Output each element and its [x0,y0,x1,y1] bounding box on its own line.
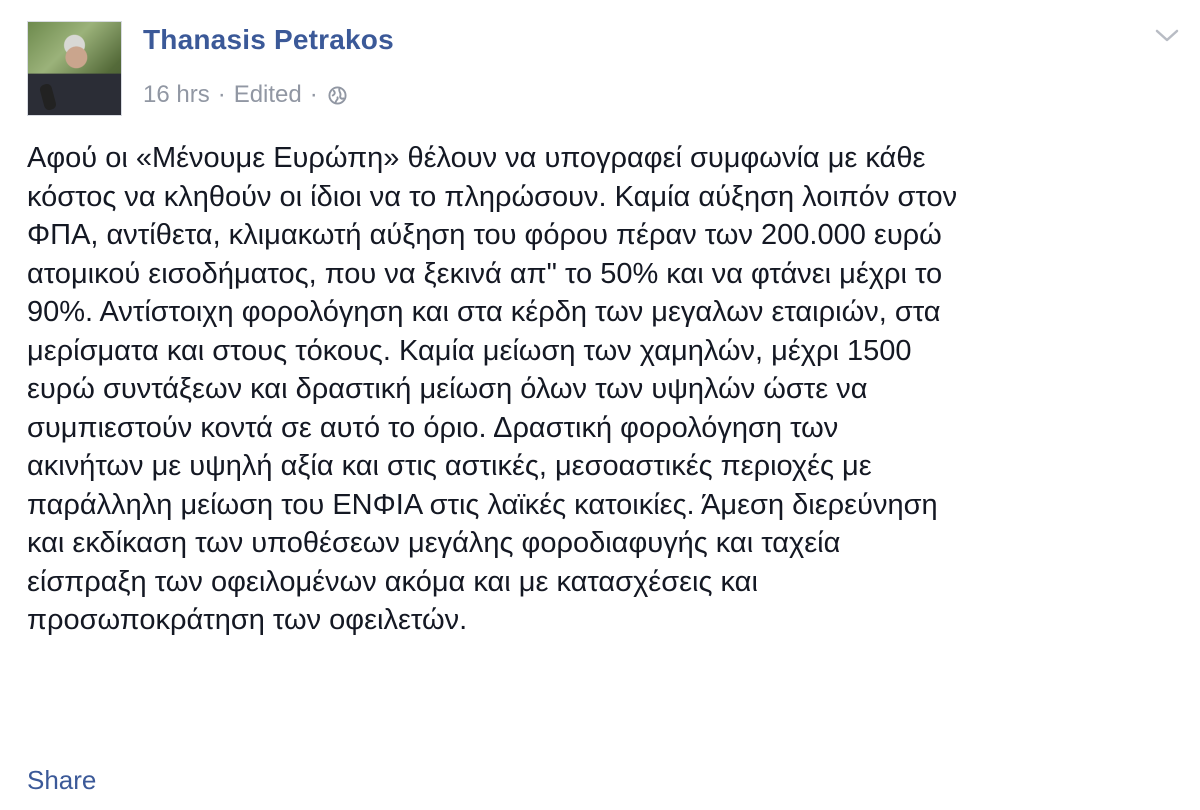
meta-separator: · [217,81,226,108]
globe-icon[interactable] [328,85,347,105]
meta-separator: · [309,81,318,108]
post-text-line: μερίσματα και στους τόκους. Καμία μείωση… [27,334,912,367]
microphone-shape [38,82,58,112]
post-text-line: και εκδίκαση των υποθέσεων μεγάλης φοροδ… [27,527,841,559]
facebook-post: Thanasis Petrakos 16 hrs · Edited · Αφού… [0,0,1200,810]
post-text-line: Αφού οι «Μένουμε Ευρώπη» θέλουν να υπογρ… [27,142,926,174]
author-name[interactable]: Thanasis Petrakos [143,26,394,54]
avatar[interactable] [27,21,122,116]
post-text-line: ευρώ συντάξεων και δραστική μείωση όλων … [27,373,868,405]
post-body: Αφού οι «Μένουμε Ευρώπη» θέλουν να υπογρ… [27,139,1177,640]
edited-label[interactable]: Edited [234,83,302,107]
post-meta: 16 hrs · Edited · [143,83,347,107]
post-text-line: ΦΠΑ, αντίθετα, κλιμακωτή αύξηση του φόρο… [27,219,942,251]
post-text-line: ακινήτων με υψηλή αξία και στις αστικές,… [27,450,872,482]
chevron-down-icon[interactable] [1154,26,1180,46]
post-text-line: κόστος να κληθούν οι ίδιοι να το πληρώσο… [27,180,958,213]
post-text-line: προσωποκράτηση των οφειλετών. [27,604,468,636]
post-text-line: παράλληλη μείωση του ΕΝΦΙΑ στις λαϊκές κ… [27,488,938,521]
post-text-line: συμπιεστούν κοντά σε αυτό το όριο. Δραστ… [27,411,839,444]
post-text-line: είσπραξη των οφειλομένων ακόμα και με κα… [27,565,758,598]
post-text-line: 90%. Αντίστοιχη φορολόγηση και στα κέρδη… [27,296,941,328]
share-link[interactable]: Share [27,767,96,793]
post-time[interactable]: 16 hrs [143,83,210,107]
post-text-line: ατομικού εισοδήματος, που να ξεκινά απ" … [27,257,943,290]
